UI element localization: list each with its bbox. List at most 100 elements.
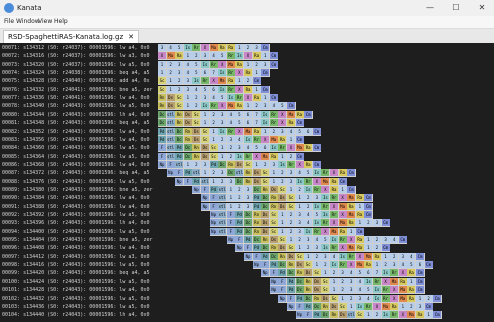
stage-cell[interactable]: 1 [201, 119, 209, 127]
stage-cell[interactable]: 1 [158, 69, 166, 77]
stage-cell[interactable]: Np [166, 169, 175, 177]
stage-cell[interactable]: Pd [287, 277, 295, 285]
stage-cell[interactable]: 3 [252, 44, 261, 51]
stage-cell[interactable]: 3 [226, 135, 235, 143]
pipeline-row[interactable]: 00094: s134400 (S0: r24043): 00001596: l… [0, 227, 494, 236]
stage-cell[interactable]: Sc [175, 102, 184, 110]
stage-cell[interactable]: 3 [175, 69, 184, 77]
stage-cell[interactable]: 1 [235, 44, 244, 51]
stage-cell[interactable]: Cm [416, 252, 424, 260]
stage-cell[interactable]: Is [278, 160, 287, 168]
stage-cell[interactable]: X [330, 219, 338, 227]
stage-cell[interactable]: 1 [183, 94, 192, 102]
stage-cell[interactable]: Rr [209, 60, 218, 68]
stage-cell[interactable]: Sc [175, 94, 184, 102]
pipeline-view[interactable]: 00071: s134312 (S0: r24037): 00001596: l… [0, 43, 494, 322]
stage-cell[interactable]: Rr [347, 252, 356, 260]
stage-cell[interactable]: 2 [424, 294, 433, 302]
stage-cell[interactable]: 2 [381, 261, 390, 269]
stage-cell[interactable]: Ma [287, 110, 295, 118]
stage-cell[interactable]: Is [244, 135, 252, 143]
stage-cell[interactable]: 3 [261, 60, 270, 68]
pipeline-row[interactable]: 00085: s134364 (S0: r24043): 00001596: l… [0, 152, 494, 161]
stage-cell[interactable]: Np [158, 160, 166, 168]
stage-cell[interactable]: 5 [192, 69, 201, 77]
stage-cell[interactable]: Ra [338, 227, 347, 235]
stage-cell[interactable]: Rr [373, 277, 381, 285]
pipeline-row[interactable]: 00101: s134428 (S0: r24043): 00001596: l… [0, 286, 494, 295]
stage-cell[interactable]: Np [295, 311, 304, 319]
stage-cell[interactable]: Sc [201, 127, 209, 135]
stage-cell[interactable]: Sc [261, 177, 270, 185]
stage-cell[interactable]: Is [321, 211, 330, 218]
stage-cell[interactable]: F [295, 302, 304, 310]
stage-cell[interactable]: Sc [287, 202, 295, 210]
stage-cell[interactable]: 6 [304, 127, 313, 135]
stage-cell[interactable]: Ma [269, 135, 278, 143]
stage-cell[interactable]: Rn [295, 269, 304, 277]
stage-cell[interactable]: Ra [304, 144, 313, 152]
stage-cell[interactable]: 6 [261, 144, 270, 152]
stage-cell[interactable]: Dc [252, 185, 261, 193]
stage-cell[interactable]: Cm [347, 185, 356, 193]
stage-cell[interactable]: Rr [287, 160, 295, 168]
stage-cell[interactable]: Is [201, 102, 209, 110]
stage-cell[interactable]: Is [381, 311, 390, 319]
stage-cell[interactable]: Is [312, 169, 321, 177]
stage-cell[interactable]: stl [175, 160, 184, 168]
stage-cell[interactable]: 2 [252, 102, 261, 110]
stage-cell[interactable]: 2 [166, 60, 175, 68]
stage-cell[interactable]: 2 [390, 252, 399, 260]
stage-cell[interactable]: Ma [261, 152, 270, 160]
stage-cell[interactable]: Rn [287, 261, 295, 269]
stage-cell[interactable]: 1 [321, 269, 330, 277]
stage-cell[interactable]: X [355, 252, 364, 260]
stage-cell[interactable]: 1 [312, 261, 321, 269]
stage-cell[interactable]: Dc [175, 127, 184, 135]
stage-cell[interactable]: Rr [321, 219, 330, 227]
stage-cell[interactable]: Is [269, 144, 278, 152]
stage-cell[interactable]: Ds [269, 236, 278, 244]
stage-cell[interactable]: 5 [192, 60, 201, 68]
stage-cell[interactable]: Ma [347, 211, 356, 218]
stage-cell[interactable]: Pd [235, 219, 244, 227]
pipeline-row[interactable]: 00073: s134320 (S0: r24037): 00001596: l… [0, 60, 494, 69]
stage-cell[interactable]: stl [218, 194, 227, 202]
stage-cell[interactable]: 3 [295, 219, 304, 227]
stage-cell[interactable]: 3 [287, 169, 295, 177]
stage-cell[interactable]: 4 [407, 252, 416, 260]
stage-cell[interactable]: 1 [218, 152, 227, 160]
stage-cell[interactable]: Rr [269, 110, 278, 118]
stage-cell[interactable]: Rr [330, 211, 338, 218]
stage-cell[interactable]: 2 [252, 60, 261, 68]
stage-cell[interactable]: Cm [416, 286, 424, 294]
stage-cell[interactable]: Ra [252, 94, 261, 102]
stage-cell[interactable]: Ds [330, 302, 338, 310]
stage-cell[interactable]: 2 [226, 144, 235, 152]
stage-cell[interactable]: Np [201, 202, 209, 210]
stage-cell[interactable]: X [252, 152, 261, 160]
stage-cell[interactable]: Ra [338, 169, 347, 177]
stage-cell[interactable]: Dc [261, 194, 270, 202]
stage-cell[interactable]: X [330, 202, 338, 210]
stage-cell[interactable]: 3 [261, 102, 270, 110]
stage-cell[interactable]: 1 [201, 169, 209, 177]
stage-cell[interactable]: Np [175, 177, 184, 185]
stage-cell[interactable]: 1 [355, 219, 364, 227]
stage-cell[interactable]: 2 [209, 110, 218, 118]
stage-cell[interactable]: Sc [330, 294, 338, 302]
stage-cell[interactable]: X [287, 144, 295, 152]
stage-cell[interactable]: 1 [287, 185, 295, 193]
stage-cell[interactable]: 1 [338, 185, 347, 193]
stage-cell[interactable]: 3 [218, 110, 227, 118]
stage-cell[interactable]: 1 [416, 294, 424, 302]
stage-cell[interactable]: 1 [278, 227, 287, 235]
stage-cell[interactable]: Cm [312, 127, 321, 135]
stage-cell[interactable]: 4 [398, 261, 407, 269]
stage-cell[interactable]: Rr [192, 44, 201, 51]
stage-cell[interactable]: 6 [201, 69, 209, 77]
stage-cell[interactable]: 4 [390, 236, 399, 244]
stage-cell[interactable]: X [278, 119, 287, 127]
stage-cell[interactable]: Cm [261, 44, 270, 51]
stage-cell[interactable]: Is [304, 185, 313, 193]
